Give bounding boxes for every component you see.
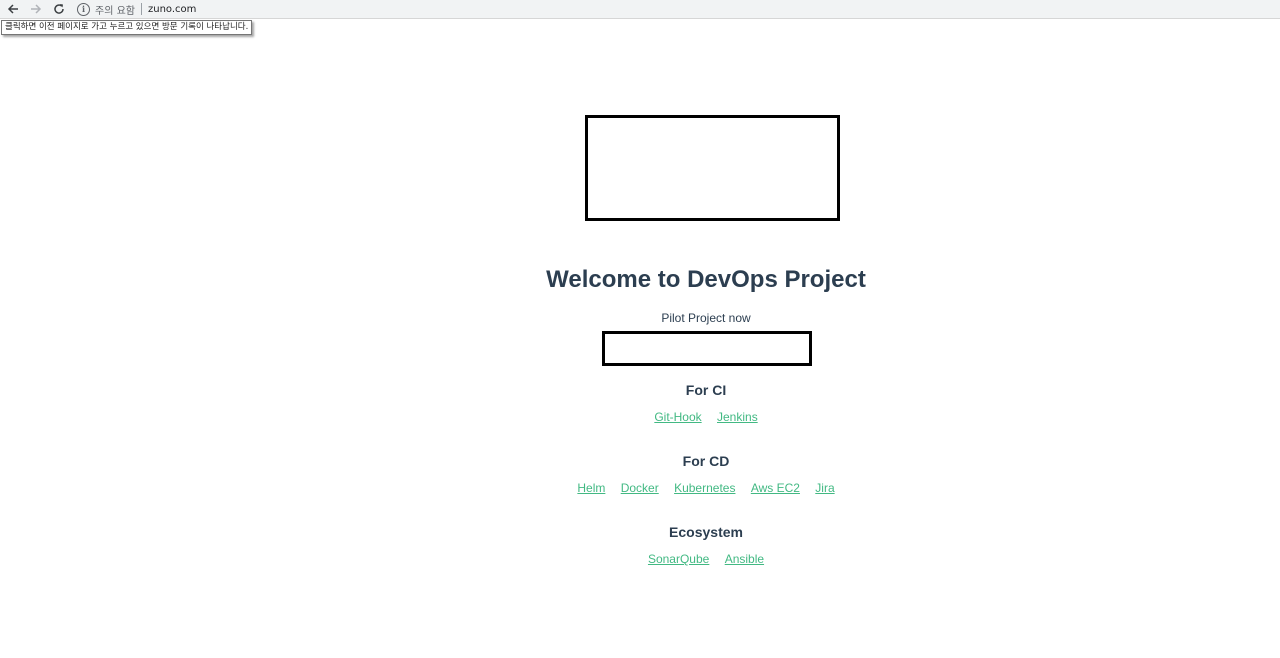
link-helm[interactable]: Helm (577, 481, 605, 495)
page-subtitle: Pilot Project now (661, 311, 751, 325)
link-sonarqube[interactable]: SonarQube (648, 552, 709, 566)
link-jenkins[interactable]: Jenkins (717, 410, 758, 424)
link-git-hook[interactable]: Git-Hook (654, 410, 701, 424)
page-content: Welcome to DevOps Project Pilot Project … (0, 0, 1280, 658)
ecosystem-links: SonarQube Ansible (0, 552, 1280, 566)
cd-links: Helm Docker Kubernetes Aws EC2 Jira (0, 481, 1280, 495)
page-title: Welcome to DevOps Project (546, 266, 866, 293)
link-docker[interactable]: Docker (621, 481, 659, 495)
link-ansible[interactable]: Ansible (725, 552, 764, 566)
ci-links: Git-Hook Jenkins (0, 410, 1280, 424)
link-jira[interactable]: Jira (815, 481, 834, 495)
section-title-cd: For CD (682, 453, 730, 469)
section-title-ecosystem: Ecosystem (669, 524, 743, 540)
section-title-ci: For CI (685, 382, 727, 398)
link-kubernetes[interactable]: Kubernetes (674, 481, 735, 495)
link-aws-ec2[interactable]: Aws EC2 (751, 481, 800, 495)
project-input[interactable] (602, 331, 812, 366)
logo-placeholder (585, 115, 840, 221)
